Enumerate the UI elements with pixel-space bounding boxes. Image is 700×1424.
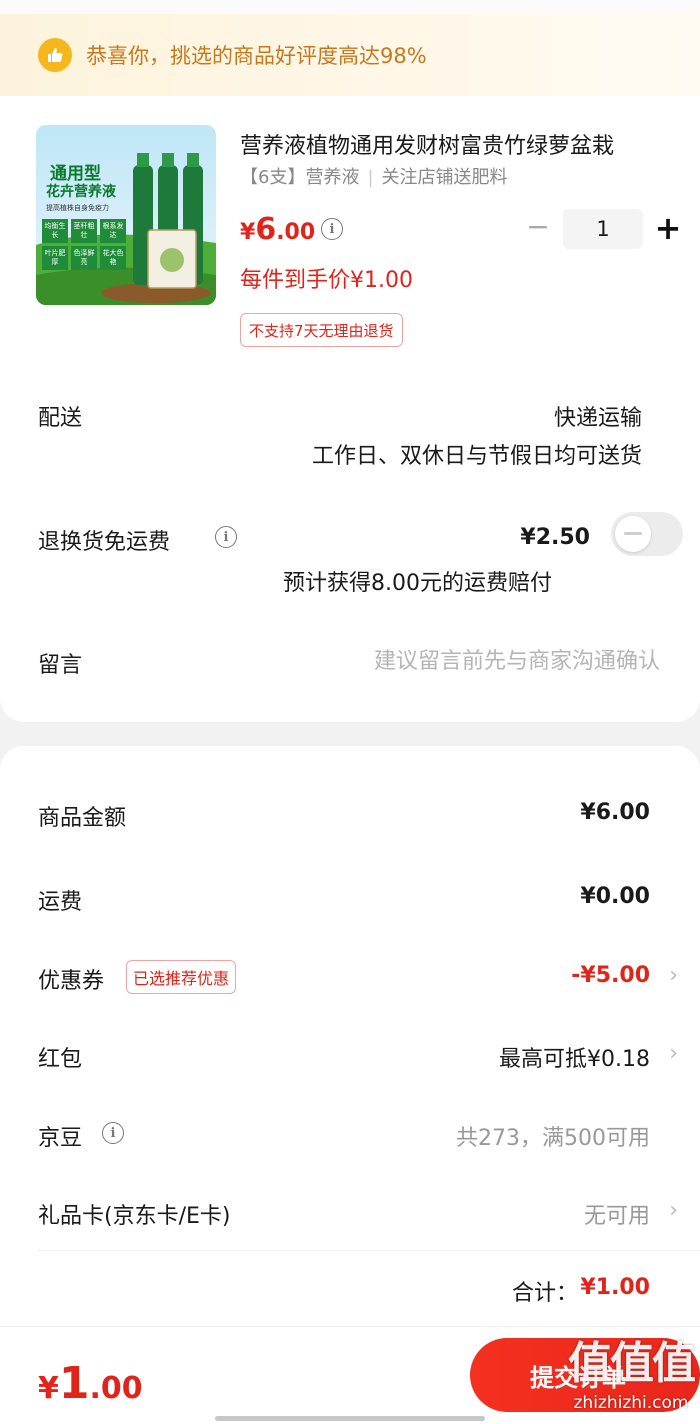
- chevron-right-icon[interactable]: ›: [669, 963, 678, 988]
- return-shipping-note: 预计获得8.00元的运费赔付: [283, 571, 552, 596]
- delivery-label: 配送: [38, 406, 83, 431]
- quantity-increase-button[interactable]: +: [654, 210, 682, 246]
- chevron-right-icon[interactable]: ›: [669, 1198, 678, 1223]
- divider: [38, 1250, 700, 1251]
- divider: |: [367, 167, 374, 188]
- watermark-url: zhizhizhi.com: [573, 1393, 689, 1413]
- gift-card-value[interactable]: 无可用: [584, 1198, 650, 1230]
- freight-amount: ¥0.00: [580, 884, 650, 909]
- price-decimal: .00: [276, 220, 316, 245]
- image-cell: 根系发达: [100, 219, 126, 243]
- top-strip: [0, 0, 700, 14]
- product-image[interactable]: 通用型 花卉营养液 提高植株自身免疫力 均衡生长 茎秆粗壮 根系发达 叶片肥厚 …: [36, 125, 216, 305]
- checkout-decimal: .00: [89, 1371, 143, 1406]
- price-info-icon[interactable]: i: [321, 218, 343, 240]
- total-amount: ¥1.00: [580, 1275, 650, 1300]
- return-shipping-price: ¥2.50: [520, 525, 590, 550]
- product-spec-text: 【6支】营养液: [240, 167, 360, 188]
- image-line: 提高植株自身免疫力: [46, 204, 109, 212]
- price-summary-card: [0, 746, 700, 1326]
- product-spec: 【6支】营养液 | 关注店铺送肥料: [240, 163, 508, 189]
- shop-note: 关注店铺送肥料: [381, 167, 508, 188]
- price-currency: ¥: [240, 220, 256, 245]
- coupon-amount[interactable]: -¥5.00: [571, 963, 650, 988]
- message-input[interactable]: [300, 644, 660, 678]
- goods-amount: ¥6.00: [580, 800, 650, 825]
- price-integer: 6: [255, 212, 277, 247]
- image-cell: 叶片肥厚: [42, 246, 68, 270]
- product-price: ¥6.00: [240, 212, 315, 247]
- jd-bean-info-icon[interactable]: i: [102, 1122, 124, 1144]
- product-title[interactable]: 营养液植物通用发财树富贵竹绿萝盆栽: [240, 128, 680, 160]
- image-subtitle: 花卉营养液: [46, 184, 116, 200]
- thumbs-up-icon: [38, 38, 72, 72]
- coupon-label[interactable]: 优惠券: [38, 963, 104, 995]
- per-item-price: 每件到手价¥1.00: [240, 268, 413, 293]
- jd-bean-value: 共273，满500可用: [456, 1126, 650, 1151]
- image-grid: 均衡生长 茎秆粗壮 根系发达 叶片肥厚 色泽鲜亮 花大色艳: [42, 219, 126, 270]
- message-label: 留言: [38, 653, 83, 678]
- quantity-decrease-button[interactable]: −: [526, 212, 550, 242]
- red-packet-value[interactable]: 最高可抵¥0.18: [499, 1041, 650, 1073]
- delivery-method[interactable]: 快递运输: [554, 400, 642, 432]
- return-policy-badge: 不支持7天无理由退货: [240, 313, 403, 347]
- total-label: 合计：: [512, 1281, 579, 1306]
- chevron-right-icon[interactable]: ›: [669, 1041, 678, 1066]
- quantity-field[interactable]: 1: [563, 209, 643, 249]
- jd-bean-label: 京豆: [38, 1126, 83, 1151]
- delivery-note: 工作日、双休日与节假日均可送货: [311, 444, 642, 469]
- watermark-text: 值值值: [568, 1338, 696, 1389]
- home-indicator[interactable]: [215, 1416, 485, 1421]
- banner-text: 恭喜你，挑选的商品好评度高达98%: [86, 44, 427, 68]
- gift-card-label[interactable]: 礼品卡(京东卡/E卡): [38, 1198, 230, 1230]
- watermark-logo: 值值值 zhizhizhi.com: [568, 1334, 696, 1413]
- freight-label: 运费: [38, 890, 83, 915]
- coupon-tag: 已选推荐优惠: [126, 960, 237, 994]
- rating-banner: 恭喜你，挑选的商品好评度高达98%: [0, 14, 700, 96]
- return-shipping-label: 退换货免运费: [38, 530, 171, 555]
- image-cell: 均衡生长: [42, 219, 68, 243]
- return-shipping-toggle[interactable]: [611, 512, 683, 556]
- red-packet-label[interactable]: 红包: [38, 1041, 82, 1073]
- image-cell: 色泽鲜亮: [71, 246, 97, 270]
- image-cell: 茎秆粗壮: [71, 219, 97, 243]
- return-shipping-info-icon[interactable]: i: [215, 526, 237, 548]
- goods-amount-label: 商品金额: [38, 806, 127, 831]
- checkout-price: ¥1.00: [38, 1358, 143, 1409]
- toggle-knob: [615, 516, 651, 552]
- checkout-currency: ¥: [38, 1371, 59, 1406]
- checkout-integer: 1: [58, 1358, 90, 1409]
- image-cell: 花大色艳: [100, 246, 126, 270]
